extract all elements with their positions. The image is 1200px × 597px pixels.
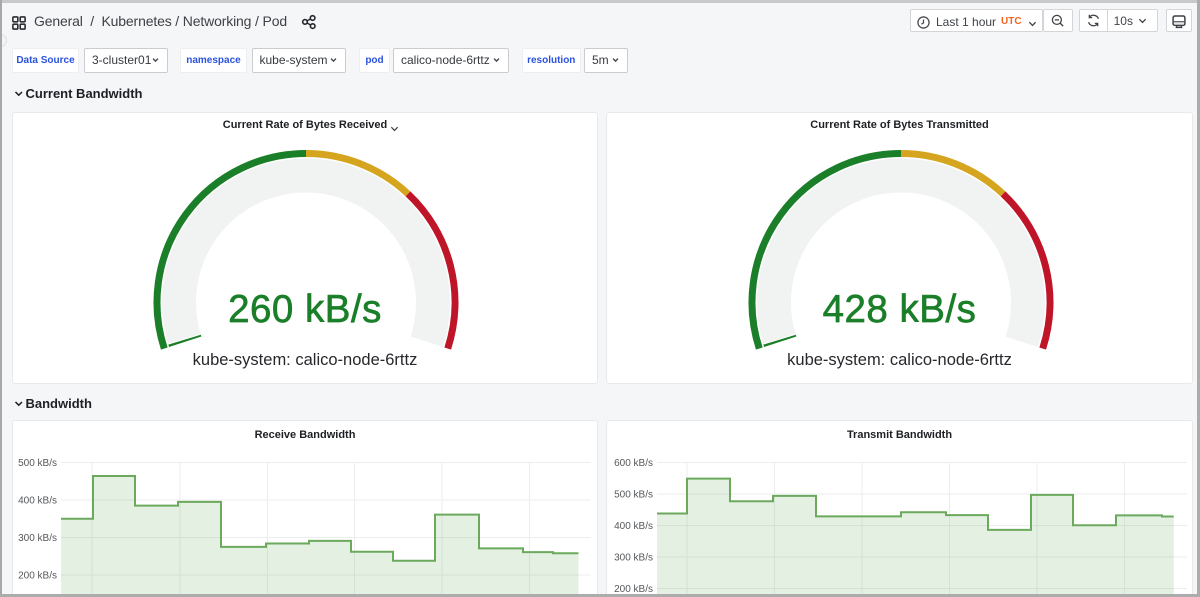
svg-text:500 kB/s: 500 kB/s	[614, 490, 653, 501]
svg-text:600 kB/s: 600 kB/s	[614, 458, 653, 469]
svg-text:500 kB/s: 500 kB/s	[18, 458, 57, 469]
svg-text:300 kB/s: 300 kB/s	[18, 533, 57, 544]
svg-text:400 kB/s: 400 kB/s	[614, 521, 653, 532]
svg-text:400 kB/s: 400 kB/s	[18, 496, 57, 507]
svg-text:300 kB/s: 300 kB/s	[614, 553, 653, 564]
svg-text:200 kB/s: 200 kB/s	[18, 571, 57, 582]
